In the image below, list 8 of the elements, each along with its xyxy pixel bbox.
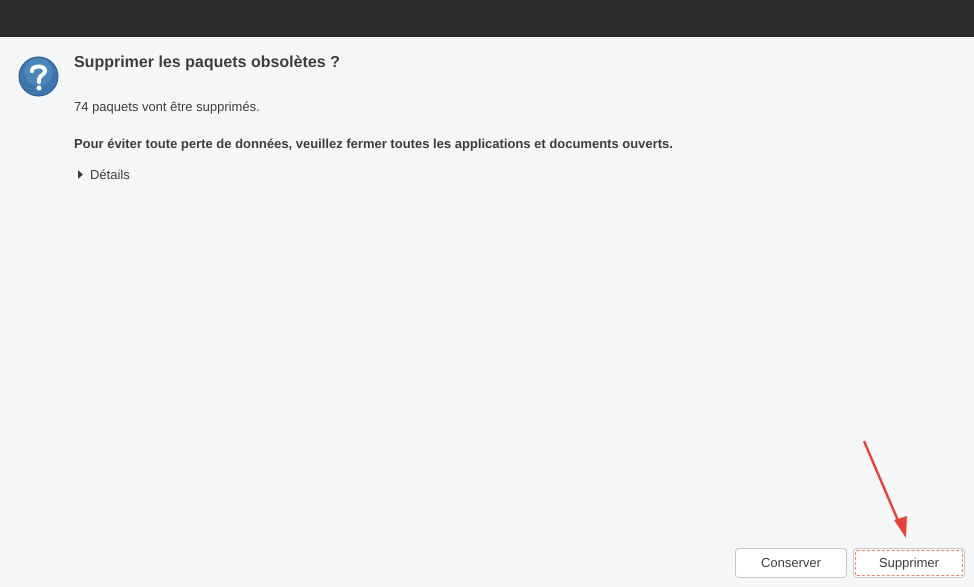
details-expander[interactable]: Détails [78, 165, 130, 184]
expander-triangle-icon [78, 170, 84, 180]
question-icon [18, 56, 59, 97]
dialog-button[interactable]: Conserver [735, 548, 847, 578]
message-text: 74 paquets vont être supprimés. [74, 98, 261, 116]
dialog-title: Supprimer les paquets obsolètes ? [74, 53, 341, 73]
warning-text: Pour éviter toute perte de données, veuillez fermer toutes les applications et documents ouverts. [74, 134, 673, 153]
dialog-button[interactable]: Supprimer [853, 548, 965, 578]
